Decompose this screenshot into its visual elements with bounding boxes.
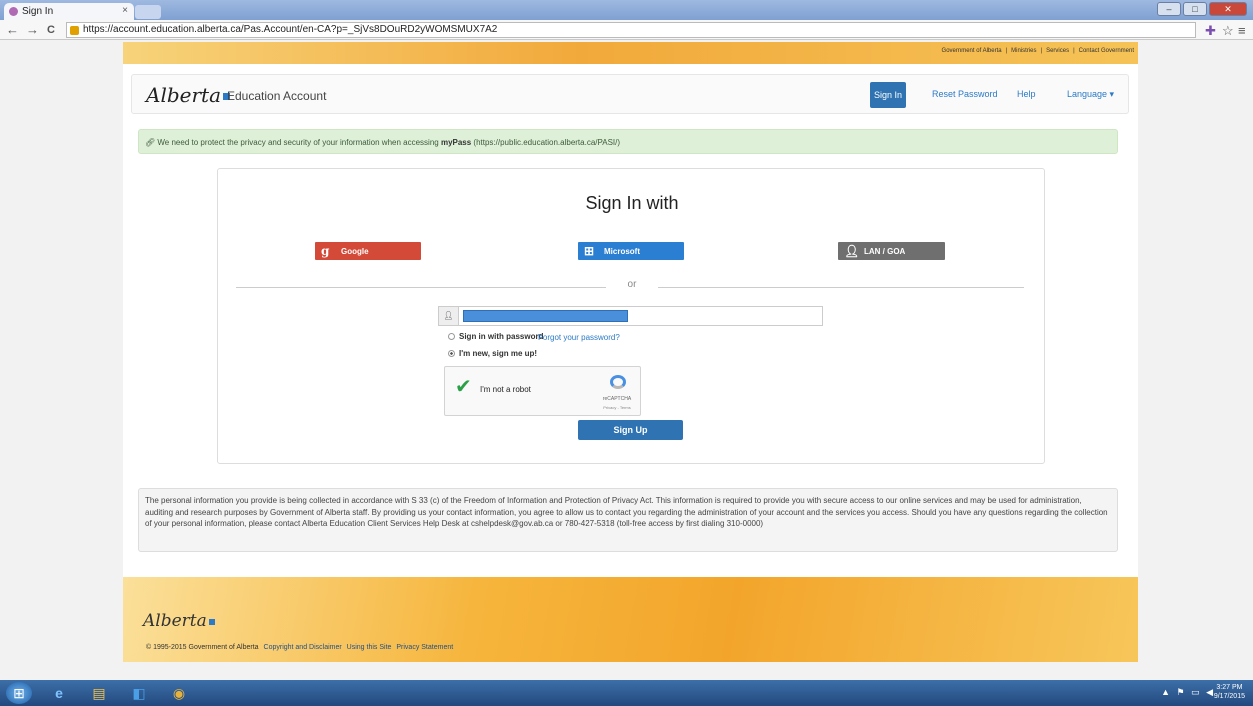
page-content: Alberta Education Account Sign In Reset …	[123, 64, 1138, 577]
link-icon: 🔗︎	[145, 138, 156, 147]
outlook-icon[interactable]: ◧	[124, 682, 154, 704]
header-navbar: Alberta Education Account Sign In Reset …	[131, 74, 1129, 114]
browser-tab-bar: Sign In × – □ ✕	[0, 0, 1253, 20]
radio-new-sign-up[interactable]: I'm new, sign me up!	[448, 349, 537, 358]
windows-taskbar: ⊞ e ▤ ◧ ◉ ▲ ⚑ ▭ ◀ 3:27 PM 9/17/2015	[0, 680, 1253, 706]
footer: Alberta © 1995-2015 Government of Albert…	[123, 577, 1138, 662]
checkmark-icon[interactable]: ✔	[455, 377, 472, 397]
sign-in-title: Sign In with	[585, 193, 679, 213]
gov-link-contact[interactable]: Contact Government	[1079, 48, 1134, 54]
browser-tab[interactable]: Sign In ×	[4, 3, 134, 20]
taskbar-clock[interactable]: 3:27 PM 9/17/2015	[1214, 683, 1245, 701]
sign-up-button[interactable]: Sign Up	[578, 420, 683, 440]
start-button[interactable]: ⊞	[6, 682, 32, 704]
nav-sign-in-button[interactable]: Sign In	[870, 82, 906, 108]
divider-right	[658, 287, 1024, 288]
microsoft-sign-in-button[interactable]: ⊞ Microsoft	[578, 242, 684, 260]
site-favicon-icon	[9, 7, 18, 16]
user-icon: 👤︎	[439, 307, 459, 325]
divider-left	[236, 287, 606, 288]
footer-links: © 1995-2015 Government of Alberta Copyri…	[146, 644, 453, 651]
google-sign-in-button[interactable]: g Google	[315, 242, 421, 260]
file-explorer-icon[interactable]: ▤	[84, 682, 114, 704]
radio-button[interactable]	[448, 333, 455, 340]
copyright-disclaimer-link[interactable]: Copyright and Disclaimer	[264, 644, 342, 651]
window-controls: – □ ✕	[1157, 2, 1247, 16]
recaptcha-widget: ✔ I'm not a robot reCAPTCHA Privacy - Te…	[444, 366, 641, 416]
reset-password-link[interactable]: Reset Password	[932, 89, 998, 99]
forward-icon[interactable]: →	[26, 23, 39, 37]
menu-icon[interactable]: ≡	[1238, 23, 1246, 38]
maximize-button[interactable]: □	[1183, 2, 1207, 16]
tab-close-icon[interactable]: ×	[122, 5, 128, 16]
user-icon: 👤︎	[844, 244, 860, 258]
recaptcha-brand: reCAPTCHA	[602, 396, 632, 402]
url-text: https://account.education.alberta.ca/Pas…	[83, 24, 498, 35]
username-value-redacted[interactable]	[463, 310, 628, 322]
gov-link-services[interactable]: Services	[1046, 48, 1069, 54]
sign-in-card: Sign In with g Google ⊞ Microsoft 👤︎ LAN…	[217, 168, 1045, 464]
gov-link-alberta[interactable]: Government of Alberta	[942, 48, 1002, 54]
recaptcha-logo-icon	[610, 375, 626, 389]
address-bar: ← → C https://account.education.alberta.…	[0, 20, 1253, 40]
privacy-statement-link[interactable]: Privacy Statement	[396, 644, 453, 651]
system-tray-icons[interactable]: ▲ ⚑ ▭ ◀	[1161, 687, 1215, 698]
recaptcha-privacy-terms[interactable]: Privacy - Terms	[595, 405, 639, 410]
close-window-button[interactable]: ✕	[1209, 2, 1247, 16]
windows-icon: ⊞	[584, 244, 595, 258]
chrome-icon[interactable]: ◉	[164, 682, 194, 704]
radio-button-selected[interactable]	[448, 350, 455, 357]
google-icon: g	[321, 244, 330, 258]
privacy-notice: The personal information you provide is …	[138, 488, 1118, 552]
copyright-text: © 1995-2015 Government of Alberta	[146, 644, 259, 651]
language-dropdown[interactable]: Language ▾	[1067, 89, 1114, 100]
username-field[interactable]: 👤︎	[438, 306, 823, 326]
reload-icon[interactable]: C	[47, 23, 55, 37]
captcha-label: I'm not a robot	[480, 385, 531, 394]
alberta-logo[interactable]: Alberta	[146, 83, 230, 107]
government-banner: Government of Alberta | Ministries | Service…	[123, 42, 1138, 64]
internet-explorer-icon[interactable]: e	[44, 682, 74, 704]
or-divider-text: or	[627, 279, 637, 290]
new-tab-button[interactable]	[135, 5, 161, 19]
privacy-alert: 🔗︎ We need to protect the privacy and se…	[138, 129, 1118, 154]
help-link[interactable]: Help	[1017, 89, 1036, 99]
gov-link-ministries[interactable]: Ministries	[1011, 48, 1036, 54]
back-icon[interactable]: ←	[6, 23, 19, 37]
radio-sign-in-with-password[interactable]: Sign in with password	[448, 332, 543, 341]
gov-links: Government of Alberta | Ministries | Service…	[941, 48, 1134, 54]
app-name: Education Account	[227, 89, 327, 103]
minimize-button[interactable]: –	[1157, 2, 1181, 16]
lan-goa-sign-in-button[interactable]: 👤︎ LAN / GOA	[838, 242, 945, 260]
footer-alberta-logo[interactable]: Alberta	[143, 611, 215, 631]
tab-title: Sign In	[22, 6, 54, 17]
lock-icon	[70, 26, 79, 35]
forgot-password-link[interactable]: Forgot your password?	[538, 333, 620, 342]
bookmark-star-icon[interactable]: ☆	[1222, 23, 1234, 39]
url-input[interactable]: https://account.education.alberta.ca/Pas…	[66, 22, 1196, 38]
extension-icon[interactable]: ✚	[1205, 23, 1216, 39]
using-this-site-link[interactable]: Using this Site	[347, 644, 392, 651]
